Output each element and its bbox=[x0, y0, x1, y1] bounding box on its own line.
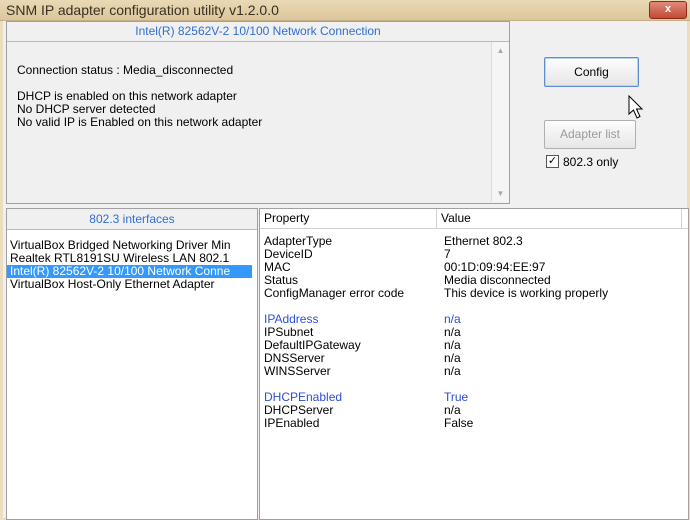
interfaces-panel: 802.3 interfaces VirtualBox Bridged Netw… bbox=[6, 208, 258, 520]
window-title: SNM IP adapter configuration utility v1.… bbox=[6, 2, 279, 18]
close-button[interactable]: x bbox=[649, 1, 687, 19]
table-row[interactable] bbox=[260, 300, 688, 313]
checkbox-label: 802.3 only bbox=[563, 155, 619, 169]
title-bar: SNM IP adapter configuration utility v1.… bbox=[0, 0, 690, 21]
adapter-info-panel: Intel(R) 82562V-2 10/100 Network Connect… bbox=[6, 21, 510, 204]
status-line: Connection status : Media_disconnected bbox=[17, 63, 234, 77]
table-row[interactable]: IPEnabled False bbox=[260, 417, 688, 430]
adapter-name-header: Intel(R) 82562V-2 10/100 Network Connect… bbox=[7, 22, 509, 42]
column-header-value[interactable]: Value bbox=[437, 209, 682, 228]
close-icon: x bbox=[664, 3, 672, 15]
value-cell: False bbox=[444, 416, 474, 430]
adapter-list-button[interactable]: Adapter list bbox=[544, 120, 636, 149]
mouse-cursor-icon bbox=[628, 95, 644, 119]
list-item[interactable]: VirtualBox Bridged Networking Driver Min bbox=[7, 239, 252, 252]
adapter-status-text: Connection status : Media_disconnected DH… bbox=[17, 64, 262, 129]
scroll-up-icon[interactable]: ▲ bbox=[492, 42, 509, 59]
property-cell: ConfigManager error code bbox=[264, 286, 405, 300]
value-cell: Ethernet 802.3 bbox=[444, 234, 523, 248]
properties-body: AdapterType Ethernet 802.3 DeviceID 7 MAC 00:… bbox=[260, 235, 688, 430]
table-row[interactable]: AdapterType Ethernet 802.3 bbox=[260, 235, 688, 248]
property-cell: WINSServer bbox=[264, 364, 331, 378]
info-scrollbar[interactable]: ▲ ▼ bbox=[491, 42, 509, 202]
list-item[interactable]: Intel(R) 82562V-2 10/100 Network Conne bbox=[7, 265, 252, 278]
checkbox-box[interactable]: ✓ bbox=[546, 155, 559, 169]
properties-table: Property Value AdapterType Ethernet 802.3… bbox=[259, 208, 689, 520]
property-cell: IPEnabled bbox=[264, 416, 320, 430]
list-item[interactable]: Realtek RTL8191SU Wireless LAN 802.1 bbox=[7, 252, 252, 265]
column-header-property[interactable]: Property bbox=[260, 209, 437, 228]
table-header: Property Value bbox=[260, 209, 688, 229]
table-row[interactable]: IPAddress n/a bbox=[260, 313, 688, 326]
table-row[interactable]: ConfigManager error code This device is w… bbox=[260, 287, 688, 300]
scroll-down-icon[interactable]: ▼ bbox=[492, 185, 509, 202]
value-cell: n/a bbox=[444, 364, 461, 378]
client-area: Intel(R) 82562V-2 10/100 Network Connect… bbox=[3, 21, 689, 520]
status-line: No valid IP is Enabled on this network a… bbox=[17, 115, 263, 129]
value-cell: This device is working properly bbox=[444, 286, 609, 300]
table-row[interactable]: WINSServer n/a bbox=[260, 365, 688, 378]
802-3-only-checkbox[interactable]: ✓ 802.3 only bbox=[546, 155, 618, 169]
interfaces-list[interactable]: VirtualBox Bridged Networking Driver Min… bbox=[7, 239, 257, 291]
interfaces-header: 802.3 interfaces bbox=[7, 209, 257, 230]
list-item[interactable]: VirtualBox Host-Only Ethernet Adapter bbox=[7, 278, 252, 291]
table-row[interactable]: DHCPServer n/a bbox=[260, 404, 688, 417]
config-button[interactable]: Config bbox=[544, 57, 639, 87]
